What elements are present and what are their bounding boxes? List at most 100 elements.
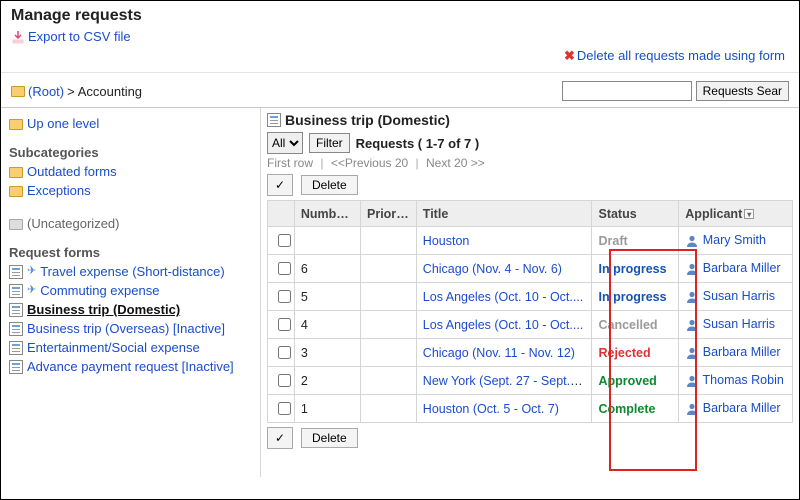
main: Up one level Subcategories Outdated form… [1, 107, 799, 477]
row-applicant-link[interactable]: Mary Smith [703, 233, 766, 247]
row-priority [361, 395, 417, 423]
plane-icon: ✈ [27, 266, 36, 277]
filter-button[interactable]: Filter [309, 133, 350, 153]
sort-icon: ▾ [744, 209, 754, 219]
user-icon [685, 261, 699, 275]
content-title: Business trip (Domestic) [285, 112, 450, 128]
table-row: 4Los Angeles (Oct. 10 - Oct....Cancelled… [268, 311, 793, 339]
row-status: In progress [598, 290, 666, 304]
row-status: Draft [598, 234, 627, 248]
toolbar: (Root) > Accounting Requests Sear [1, 72, 799, 107]
row-title-link[interactable]: Houston (Oct. 5 - Oct. 7) [423, 402, 559, 416]
table-row: 6 Chicago (Nov. 4 - Nov. 6) In progress Ba… [268, 255, 793, 283]
plane-icon: ✈ [27, 285, 36, 296]
row-priority [361, 283, 417, 311]
form-business-overseas[interactable]: Business trip (Overseas) [Inactive] [27, 321, 225, 336]
form-icon [9, 265, 23, 279]
search-button[interactable]: Requests Sear [696, 81, 789, 101]
delete-all-link[interactable]: ✖Delete all requests made using form [564, 48, 785, 63]
folder-icon [11, 86, 25, 97]
row-applicant-link[interactable]: Susan Harris [703, 289, 775, 303]
search-group: Requests Sear [562, 81, 789, 101]
row-checkbox[interactable] [278, 318, 291, 331]
row-title-link[interactable]: Chicago (Nov. 4 - Nov. 6) [423, 262, 562, 276]
user-icon [685, 233, 699, 247]
status-filter-select[interactable]: All [267, 132, 303, 154]
breadcrumb-root[interactable]: (Root) [28, 84, 64, 99]
export-csv-link[interactable]: Export to CSV file [28, 29, 131, 44]
row-status: Complete [598, 402, 655, 416]
select-all-bottom[interactable]: ✓ [267, 427, 293, 449]
sort-icon: ▾ [350, 209, 360, 219]
user-icon [685, 345, 699, 359]
pager: First row | <<Previous 20 | Next 20 >> [267, 156, 793, 170]
delete-button-top[interactable]: Delete [301, 175, 358, 195]
col-applicant[interactable]: Applicant▾ [679, 201, 793, 227]
folder-icon [9, 186, 23, 197]
row-number: 5 [294, 283, 360, 311]
page-title: Manage requests [11, 7, 789, 25]
requests-table: Number▾ Priority Title Status Applicant▾… [267, 200, 793, 423]
form-icon [267, 113, 281, 127]
row-status: In progress [598, 262, 666, 276]
form-commuting[interactable]: Commuting expense [40, 283, 159, 298]
row-checkbox[interactable] [278, 290, 291, 303]
table-row: 3 Chicago (Nov. 11 - Nov. 12) Rejected Bar… [268, 339, 793, 367]
table-row: 5 Los Angeles (Oct. 10 - Oct.... In progre… [268, 283, 793, 311]
form-travel-expense[interactable]: Travel expense (Short-distance) [40, 264, 225, 279]
sidebar: Up one level Subcategories Outdated form… [1, 108, 261, 477]
row-checkbox[interactable] [278, 402, 291, 415]
row-applicant-link[interactable]: Thomas Robin [703, 373, 784, 387]
folder-icon [9, 119, 23, 130]
row-number: 2 [294, 367, 360, 395]
row-checkbox[interactable] [278, 346, 291, 359]
row-applicant-link[interactable]: Barbara Miller [703, 261, 781, 275]
row-number: 6 [294, 255, 360, 283]
row-number [294, 227, 360, 255]
uncategorized[interactable]: (Uncategorized) [27, 216, 120, 231]
col-status[interactable]: Status [592, 201, 679, 227]
col-number[interactable]: Number▾ [294, 201, 360, 227]
row-applicant-link[interactable]: Barbara Miller [703, 401, 781, 415]
row-number: 3 [294, 339, 360, 367]
row-priority [361, 227, 417, 255]
row-status: Rejected [598, 346, 650, 360]
user-icon [685, 289, 699, 303]
row-priority [361, 255, 417, 283]
delete-button-bottom[interactable]: Delete [301, 428, 358, 448]
col-title[interactable]: Title [416, 201, 592, 227]
row-title-link[interactable]: Los Angeles (Oct. 10 - Oct.... [423, 290, 584, 304]
download-icon [11, 30, 25, 44]
col-checkbox [268, 201, 295, 227]
row-applicant-link[interactable]: Barbara Miller [703, 345, 781, 359]
form-advance-payment[interactable]: Advance payment request [Inactive] [27, 359, 234, 374]
x-icon: ✖ [564, 48, 575, 63]
table-row: 2New York (Sept. 27 - Sept. 30)Approved … [268, 367, 793, 395]
subcategories-title: Subcategories [9, 145, 252, 160]
search-input[interactable] [562, 81, 692, 101]
user-icon [685, 317, 699, 331]
form-business-domestic[interactable]: Business trip (Domestic) [27, 302, 180, 317]
user-icon [685, 401, 699, 415]
row-title-link[interactable]: Houston [423, 234, 470, 248]
row-priority [361, 367, 417, 395]
subcategory-exceptions[interactable]: Exceptions [27, 183, 91, 198]
row-title-link[interactable]: New York (Sept. 27 - Sept. 30) [423, 374, 592, 388]
row-applicant-link[interactable]: Susan Harris [703, 317, 775, 331]
table-row: Houston Draft Mary Smith [268, 227, 793, 255]
row-checkbox[interactable] [278, 374, 291, 387]
row-number: 1 [294, 395, 360, 423]
folder-icon [9, 167, 23, 178]
row-checkbox[interactable] [278, 234, 291, 247]
content: Business trip (Domestic) All Filter Requ… [261, 108, 799, 477]
row-title-link[interactable]: Los Angeles (Oct. 10 - Oct.... [423, 318, 584, 332]
row-title-link[interactable]: Chicago (Nov. 11 - Nov. 12) [423, 346, 575, 360]
row-priority [361, 311, 417, 339]
select-all-top[interactable]: ✓ [267, 174, 293, 196]
form-entertainment[interactable]: Entertainment/Social expense [27, 340, 200, 355]
up-one-level[interactable]: Up one level [27, 116, 99, 131]
row-checkbox[interactable] [278, 262, 291, 275]
delete-all-label: Delete all requests made using form [577, 48, 785, 63]
subcategory-outdated[interactable]: Outdated forms [27, 164, 117, 179]
col-priority[interactable]: Priority [361, 201, 417, 227]
